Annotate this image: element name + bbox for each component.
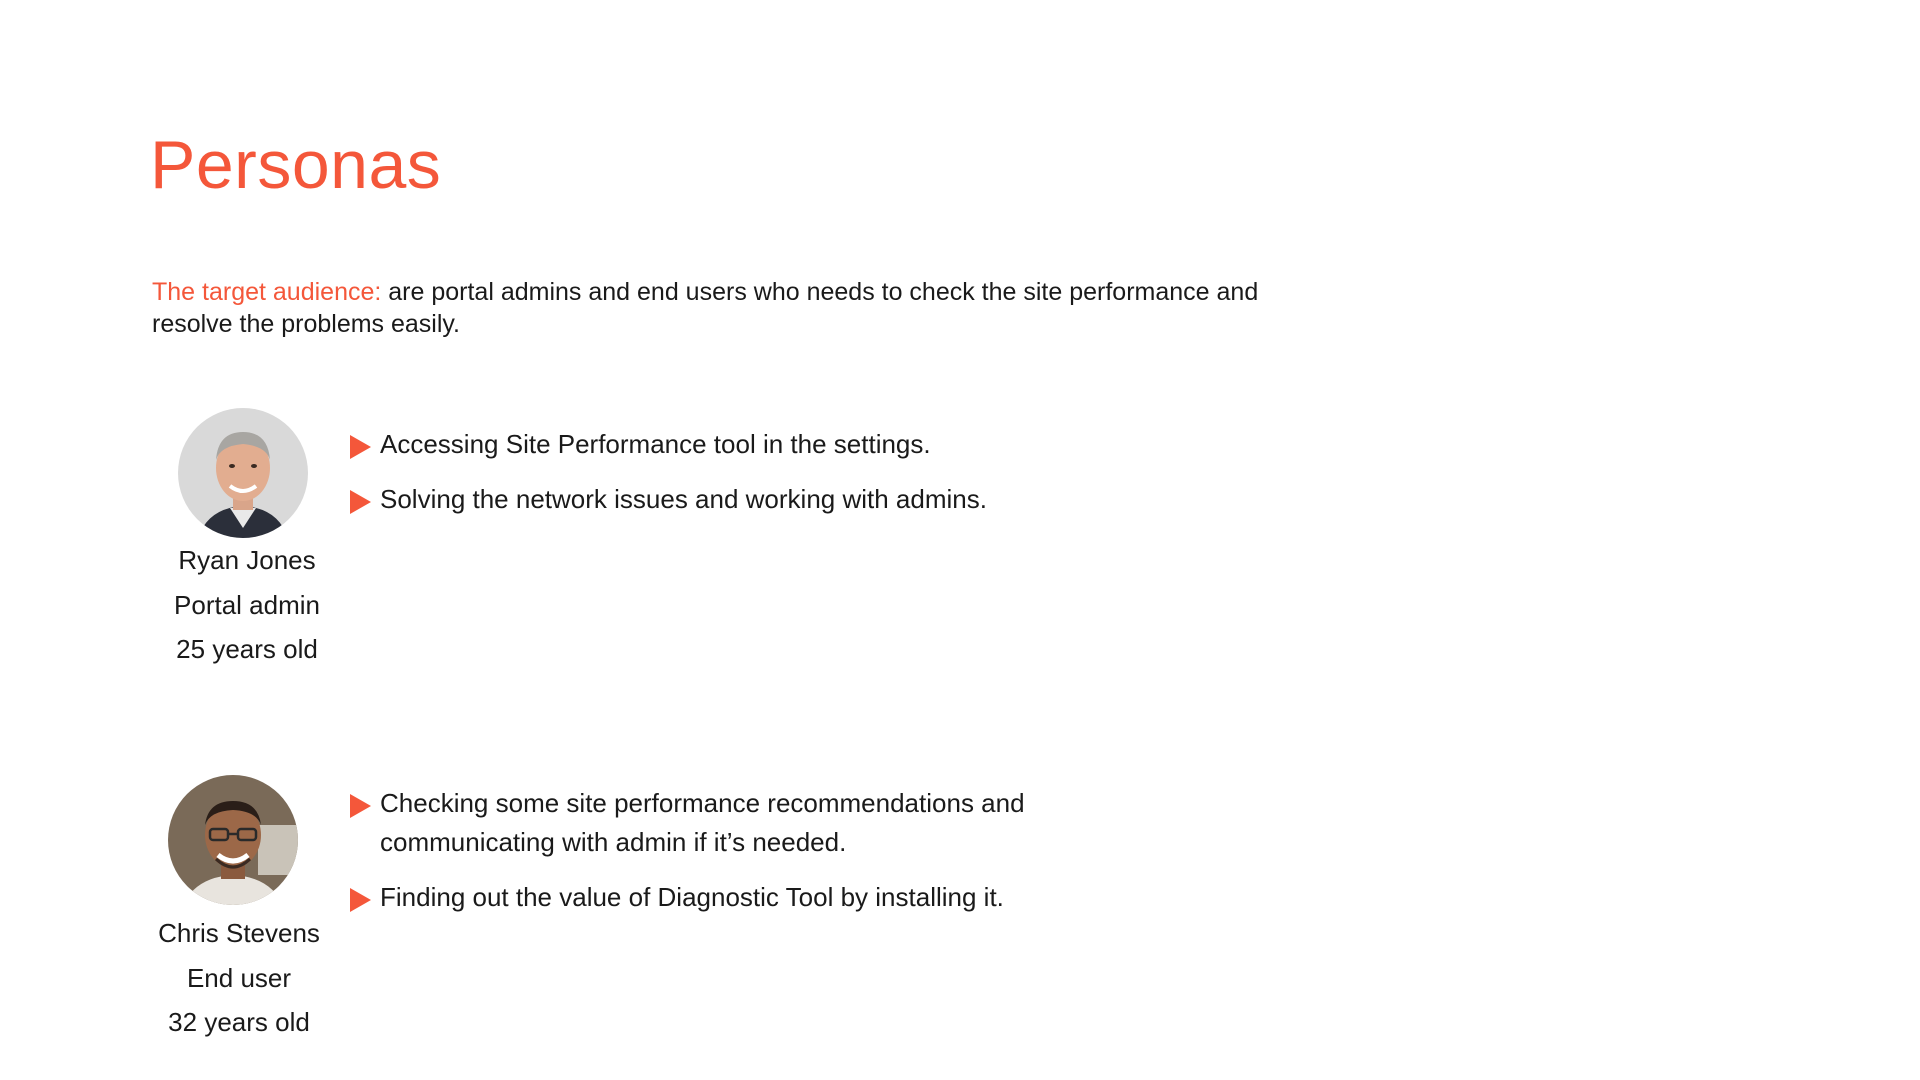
list-item: Solving the network issues and working w… bbox=[350, 480, 1110, 519]
persona-name: Chris Stevens bbox=[158, 918, 320, 948]
persona-role: Portal admin bbox=[174, 589, 320, 620]
list-item: Accessing Site Performance tool in the s… bbox=[350, 425, 1110, 464]
portrait-man-glasses-icon bbox=[168, 775, 298, 905]
triangle-bullet-icon bbox=[350, 435, 371, 459]
triangle-bullet-icon bbox=[350, 888, 371, 912]
portrait-older-man-icon bbox=[178, 408, 308, 538]
page-title: Personas bbox=[150, 127, 442, 203]
intro-paragraph: The target audience: are portal admins a… bbox=[152, 276, 1272, 340]
avatar bbox=[168, 775, 298, 905]
persona-goals-list: Accessing Site Performance tool in the s… bbox=[350, 425, 1110, 535]
persona-meta: Chris Stevens End user 32 years old bbox=[119, 911, 359, 1045]
persona-age: 32 years old bbox=[168, 1007, 310, 1037]
list-item: Finding out the value of Diagnostic Tool… bbox=[350, 878, 1110, 917]
triangle-bullet-icon bbox=[350, 490, 371, 514]
persona-role: End user bbox=[186, 962, 292, 993]
avatar bbox=[178, 408, 308, 538]
persona-age: 25 years old bbox=[176, 634, 318, 664]
persona-goals-list: Checking some site performance recommend… bbox=[350, 784, 1110, 933]
persona-meta: Ryan Jones Portal admin 25 years old bbox=[127, 538, 367, 672]
triangle-bullet-icon bbox=[350, 794, 371, 818]
list-item: Checking some site performance recommend… bbox=[350, 784, 1110, 862]
persona-name: Ryan Jones bbox=[178, 545, 316, 575]
intro-label: The target audience: bbox=[152, 278, 382, 306]
